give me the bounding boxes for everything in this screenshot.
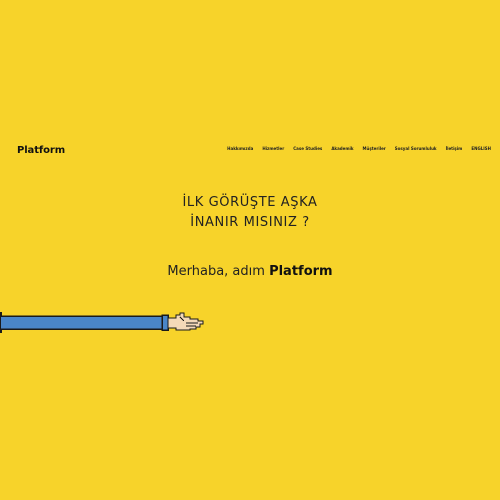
arm-sleeve — [0, 315, 169, 330]
nav-item-hakkimizda[interactable]: Hakkımızda — [227, 146, 253, 152]
arm-edge-mark — [0, 329, 2, 333]
logo[interactable]: Platform — [17, 145, 65, 156]
nav-item-akademik[interactable]: Akademik — [331, 146, 353, 152]
headline-line-2: İNANIR MISINIZ ? — [190, 215, 310, 230]
nav-item-sosyal-sorumluluk[interactable]: Sosyal Sorumluluk — [395, 146, 437, 152]
nav-item-hizmetler[interactable]: Hizmetler — [262, 146, 284, 152]
nav-item-iletisim[interactable]: İletişim — [446, 146, 463, 152]
arm-edge-mark — [0, 312, 2, 316]
main-nav: Hakkımızda Hizmetler Case Studies Akadem… — [218, 146, 491, 152]
nav-item-case-studies[interactable]: Case Studies — [293, 146, 322, 152]
headline-line-1: İLK GÖRÜŞTE AŞKA — [182, 195, 318, 210]
nav-item-musteriler[interactable]: Müşteriler — [363, 146, 386, 152]
arm-svg — [0, 312, 204, 333]
greeting-brand: Platform — [269, 264, 333, 279]
site-header: Platform Hakkımızda Hizmetler Case Studi… — [0, 143, 500, 159]
hero-headline: İLK GÖRÜŞTE AŞKA İNANIR MISINIZ ? — [0, 193, 500, 233]
landing-page: Platform Hakkımızda Hizmetler Case Studi… — [0, 0, 500, 500]
arm-hand — [167, 312, 204, 331]
greeting-text: Merhaba, adım Platform — [0, 264, 500, 279]
greeting-prefix: Merhaba, adım — [167, 264, 270, 279]
handshake-arm-illustration — [0, 308, 210, 338]
nav-item-english[interactable]: ENGLISH — [471, 146, 491, 152]
arm-cuff — [161, 314, 169, 331]
